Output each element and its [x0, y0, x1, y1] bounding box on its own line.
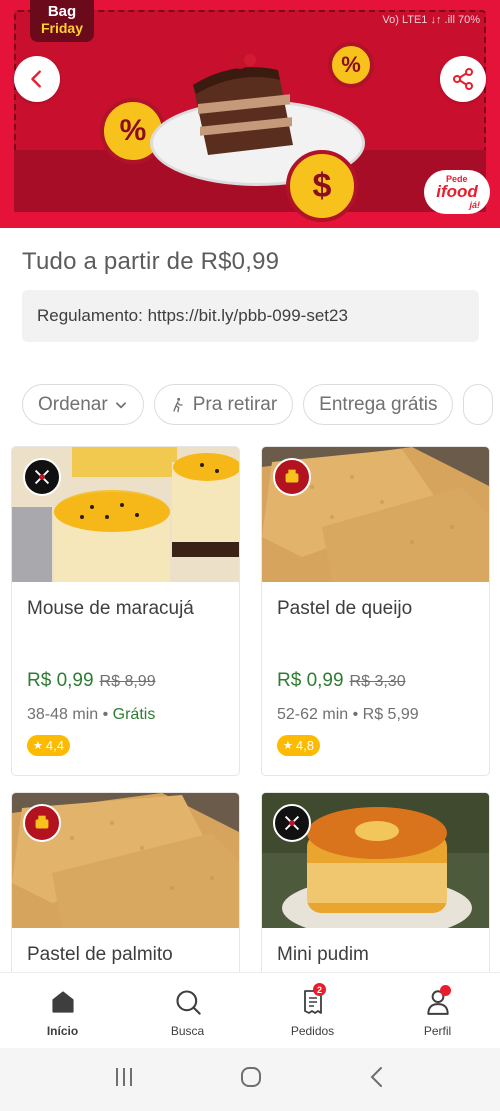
promo-banner: Bag Friday Vo) LTE1 ↓↑ .ill 70% % % $ Pe… — [0, 0, 500, 228]
product-name: Pastel de queijo — [277, 598, 413, 619]
product-card[interactable]: Pastel de queijo R$ 0,99 R$ 3,30 52-62 m… — [261, 446, 490, 776]
orders-count-badge: 2 — [313, 983, 326, 996]
store-logo — [23, 458, 61, 496]
home-icon — [50, 986, 76, 1018]
star-icon: ★ — [33, 740, 43, 752]
percent-coin-icon: % — [328, 42, 374, 88]
recent-apps-button[interactable] — [112, 1066, 136, 1093]
back-arrow-icon — [370, 1067, 383, 1087]
chevron-left-icon — [31, 70, 41, 88]
home-circle-icon — [240, 1067, 261, 1087]
store-logo — [23, 804, 61, 842]
product-name: Mouse de maracujá — [27, 598, 194, 619]
filter-pickup-chip[interactable]: Pra retirar — [153, 384, 294, 425]
nav-home[interactable]: Início — [0, 973, 125, 1048]
status-bar: Vo) LTE1 ↓↑ .ill 70% — [382, 14, 480, 26]
filter-bar: Ordenar Pra retirar Entrega grátis — [22, 384, 494, 425]
back-button[interactable] — [14, 56, 60, 102]
product-name: Pastel de palmito — [27, 944, 173, 965]
product-image — [12, 447, 239, 582]
system-back-button[interactable] — [366, 1065, 388, 1094]
page-title: Tudo a partir de R$0,99 — [22, 248, 280, 275]
chocolate-cake-image — [193, 54, 293, 155]
product-card[interactable]: Pastel de palmito — [11, 792, 240, 982]
product-image — [262, 447, 489, 582]
delivery-fee: R$ 5,99 — [362, 706, 419, 723]
search-icon — [174, 986, 202, 1018]
share-button[interactable] — [440, 56, 486, 102]
product-image — [12, 793, 239, 928]
product-price: R$ 0,99 — [27, 670, 94, 691]
delivery-fee: Grátis — [112, 706, 156, 723]
delivery-time: 52-62 min — [277, 706, 349, 723]
rules-text[interactable]: Regulamento: https://bit.ly/pbb-099-set2… — [22, 290, 479, 342]
product-price: R$ 0,99 — [277, 670, 344, 691]
product-card[interactable]: Mouse de maracujá R$ 0,99 R$ 8,99 38-48 … — [11, 446, 240, 776]
nav-orders[interactable]: 2 Pedidos — [250, 973, 375, 1048]
walking-icon — [170, 396, 186, 414]
store-logo — [273, 804, 311, 842]
star-icon: ★ — [283, 740, 293, 752]
product-old-price: R$ 8,99 — [99, 673, 156, 690]
product-card[interactable]: Mini pudim — [261, 792, 490, 982]
rating-badge: ★ 4,4 — [27, 735, 70, 756]
filter-sort-chip[interactable]: Ordenar — [22, 384, 144, 425]
bag-friday-logo: Bag Friday — [30, 0, 94, 42]
home-system-button[interactable] — [239, 1065, 263, 1094]
product-old-price: R$ 3,30 — [349, 673, 406, 690]
delivery-time: 38-48 min — [27, 706, 99, 723]
ifood-badge: Pede ifood já! — [424, 170, 490, 214]
share-icon — [453, 68, 473, 90]
notification-dot — [440, 985, 451, 996]
rating-badge: ★ 4,8 — [277, 735, 320, 756]
filter-free-delivery-chip[interactable]: Entrega grátis — [303, 384, 454, 425]
system-navigation-bar — [0, 1048, 500, 1111]
bottom-navigation: Início Busca 2 Pedidos Perfil — [0, 972, 500, 1048]
nav-profile[interactable]: Perfil — [375, 973, 500, 1048]
dollar-coin-icon: $ — [286, 150, 358, 222]
nav-search[interactable]: Busca — [125, 973, 250, 1048]
product-image — [262, 793, 489, 928]
recent-apps-icon — [115, 1068, 132, 1086]
product-name: Mini pudim — [277, 944, 369, 965]
store-logo — [273, 458, 311, 496]
filter-more-chip[interactable] — [463, 384, 494, 425]
chevron-down-icon — [114, 398, 128, 412]
